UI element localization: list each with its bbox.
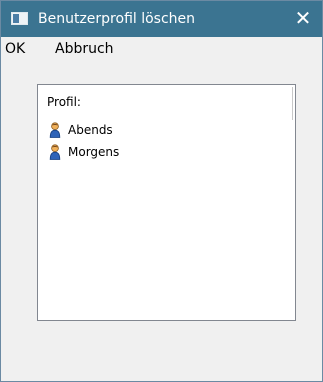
scrollbar[interactable] xyxy=(292,87,293,120)
close-icon[interactable]: ✕ xyxy=(293,7,313,29)
ok-menu-item[interactable]: OK xyxy=(5,41,25,57)
window-icon xyxy=(11,12,28,25)
profile-list-label: Profil: xyxy=(47,95,81,109)
list-item-label: Abends xyxy=(68,123,113,137)
list-item-label: Morgens xyxy=(68,145,120,159)
dialog-window: Benutzerprofil löschen ✕ OK Abbruch Prof… xyxy=(0,0,323,382)
user-icon xyxy=(49,122,61,138)
window-title: Benutzerprofil löschen xyxy=(38,11,196,27)
title-bar[interactable]: Benutzerprofil löschen ✕ xyxy=(1,1,322,37)
window-icon-pane xyxy=(13,14,19,23)
cancel-menu-item[interactable]: Abbruch xyxy=(31,41,114,57)
user-icon xyxy=(49,144,61,160)
menu-bar: OK Abbruch xyxy=(1,37,322,61)
profile-list-box[interactable]: Profil: Abends Morgens xyxy=(37,84,296,321)
